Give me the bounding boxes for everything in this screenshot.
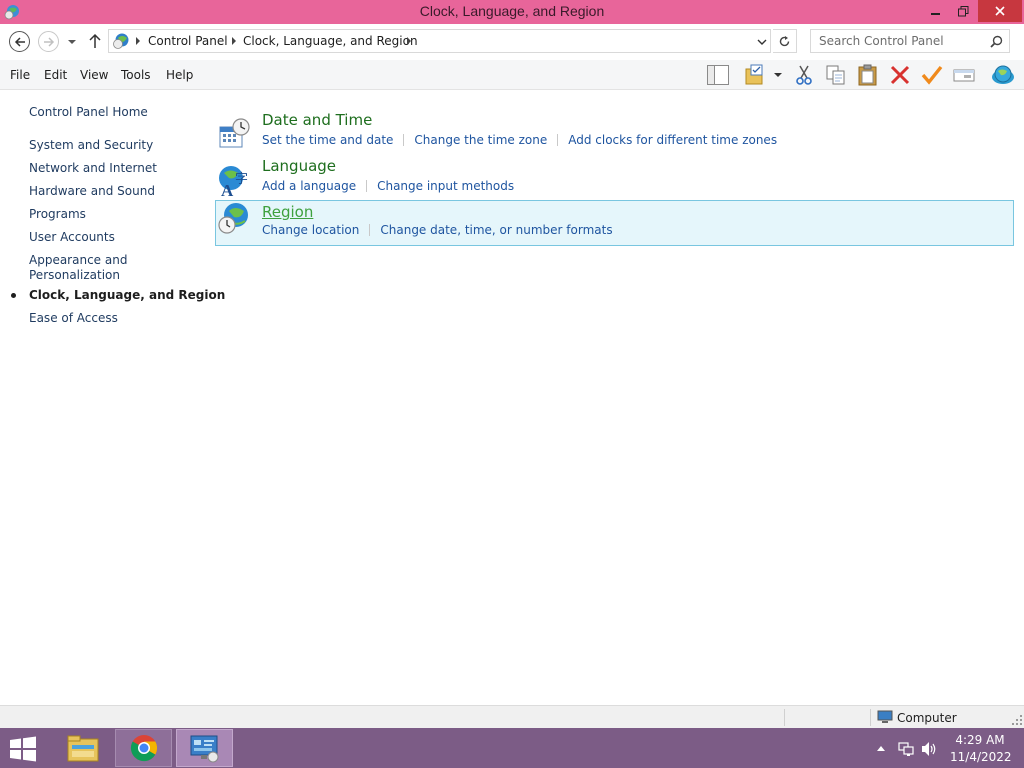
forward-button[interactable] bbox=[38, 31, 59, 52]
menu-help[interactable]: Help bbox=[166, 68, 193, 82]
region-globe-icon[interactable] bbox=[217, 202, 251, 236]
properties-icon[interactable] bbox=[952, 64, 976, 86]
svg-text:A: A bbox=[221, 181, 234, 197]
windows-start-icon[interactable] bbox=[8, 736, 38, 762]
chrome-icon bbox=[130, 735, 157, 762]
file-explorer-icon bbox=[67, 735, 98, 762]
category-links-region: Change location Change date, time, or num… bbox=[262, 223, 613, 237]
resize-grip-icon[interactable] bbox=[1012, 715, 1022, 725]
speaker-volume-icon[interactable] bbox=[921, 741, 938, 757]
minimize-icon bbox=[931, 13, 940, 15]
paste-icon[interactable] bbox=[856, 64, 880, 86]
menu-tools[interactable]: Tools bbox=[121, 68, 151, 82]
sidebar-item-user-accounts[interactable]: User Accounts bbox=[29, 230, 115, 245]
link-change-time-zone[interactable]: Change the time zone bbox=[414, 133, 547, 147]
tray-chevron-up-icon[interactable] bbox=[876, 744, 886, 752]
link-separator bbox=[557, 134, 559, 146]
clock-time[interactable]: 4:29 AM bbox=[950, 733, 1010, 747]
clock-date[interactable]: 11/4/2022 bbox=[950, 750, 1012, 764]
menu-file[interactable]: File bbox=[10, 68, 30, 82]
link-set-time-date[interactable]: Set the time and date bbox=[262, 133, 393, 147]
sidebar-item-programs[interactable]: Programs bbox=[29, 207, 86, 222]
link-add-clocks[interactable]: Add clocks for different time zones bbox=[568, 133, 777, 147]
status-bar: Computer bbox=[0, 705, 1024, 728]
sidebar-item-hardware-sound[interactable]: Hardware and Sound bbox=[29, 184, 155, 199]
control-panel-icon bbox=[190, 735, 218, 763]
breadcrumb-arrow-icon[interactable] bbox=[134, 37, 142, 45]
globe-icon[interactable] bbox=[990, 64, 1016, 86]
menu-edit[interactable]: Edit bbox=[44, 68, 67, 82]
taskbar: 4:29 AM 11/4/2022 bbox=[0, 728, 1024, 768]
address-bar-row: Control Panel Clock, Language, and Regio… bbox=[0, 24, 1024, 60]
sidebar-item-clock-language-region: Clock, Language, and Region bbox=[29, 288, 226, 302]
link-separator bbox=[366, 180, 368, 192]
status-divider bbox=[784, 709, 785, 726]
breadcrumb-arrow-icon[interactable] bbox=[405, 37, 413, 45]
breadcrumb-arrow-icon[interactable] bbox=[230, 37, 238, 45]
recent-locations-chevron-icon[interactable] bbox=[66, 36, 78, 48]
date-time-icon[interactable] bbox=[217, 117, 251, 151]
folder-options-icon[interactable] bbox=[744, 64, 768, 86]
taskbar-chrome[interactable] bbox=[115, 729, 172, 767]
category-links-date-time: Set the time and date Change the time zon… bbox=[262, 133, 777, 147]
link-separator bbox=[369, 224, 371, 236]
search-box[interactable] bbox=[810, 29, 1010, 53]
category-region[interactable]: Region Change location Change date, time,… bbox=[215, 200, 1014, 246]
back-button[interactable] bbox=[9, 31, 30, 52]
address-box[interactable]: Control Panel Clock, Language, and Regio… bbox=[108, 29, 771, 53]
sidebar-item-appearance-personalization[interactable]: Appearance and Personalization bbox=[29, 253, 129, 283]
title-bar[interactable]: Clock, Language, and Region bbox=[0, 0, 1024, 24]
close-button[interactable] bbox=[978, 0, 1022, 22]
sidebar-item-network-internet[interactable]: Network and Internet bbox=[29, 161, 157, 176]
restore-icon bbox=[957, 5, 968, 16]
link-add-language[interactable]: Add a language bbox=[262, 179, 356, 193]
sidebar-item-system-security[interactable]: System and Security bbox=[29, 138, 153, 153]
up-arrow-icon[interactable] bbox=[87, 33, 103, 49]
restore-button[interactable] bbox=[950, 0, 976, 22]
checkmark-icon[interactable] bbox=[920, 64, 944, 86]
category-title-language[interactable]: Language bbox=[262, 157, 336, 175]
taskbar-file-explorer[interactable] bbox=[54, 729, 111, 767]
minimize-button[interactable] bbox=[922, 0, 950, 22]
refresh-icon bbox=[779, 35, 790, 46]
category-links-language: Add a language Change input methods bbox=[262, 179, 514, 193]
breadcrumb-control-panel[interactable]: Control Panel bbox=[148, 34, 228, 48]
copy-icon[interactable] bbox=[824, 64, 848, 86]
close-icon bbox=[995, 6, 1005, 16]
category-title-date-time[interactable]: Date and Time bbox=[262, 111, 372, 129]
refresh-button[interactable] bbox=[773, 29, 797, 53]
sidebar-item-ease-of-access[interactable]: Ease of Access bbox=[29, 311, 118, 326]
status-text: Computer bbox=[897, 711, 957, 725]
taskbar-control-panel[interactable] bbox=[176, 729, 233, 767]
computer-icon bbox=[877, 710, 893, 723]
category-date-time: Date and Time Set the time and date Chang… bbox=[215, 108, 1014, 154]
category-title-region[interactable]: Region bbox=[262, 203, 313, 221]
network-icon[interactable] bbox=[898, 741, 914, 757]
link-change-location[interactable]: Change location bbox=[262, 223, 359, 237]
search-icon[interactable] bbox=[990, 35, 1003, 48]
breadcrumb-clock-language-region[interactable]: Clock, Language, and Region bbox=[243, 34, 418, 48]
category-language: A 字 Language Add a language Change input … bbox=[215, 154, 1014, 200]
window-title: Clock, Language, and Region bbox=[419, 3, 605, 19]
svg-text:字: 字 bbox=[235, 172, 248, 187]
chevron-down-icon[interactable] bbox=[770, 64, 786, 86]
status-divider bbox=[870, 709, 871, 726]
link-change-formats[interactable]: Change date, time, or number formats bbox=[380, 223, 612, 237]
address-dropdown-chevron-icon[interactable] bbox=[756, 37, 768, 47]
link-separator bbox=[403, 134, 405, 146]
sidebar-control-panel-home[interactable]: Control Panel Home bbox=[29, 105, 148, 120]
arrow-right-icon bbox=[43, 36, 54, 47]
search-input[interactable] bbox=[811, 30, 987, 52]
delete-icon[interactable] bbox=[888, 64, 912, 86]
menu-bar: File Edit View Tools Help bbox=[0, 60, 1024, 90]
language-icon[interactable]: A 字 bbox=[217, 163, 251, 197]
control-panel-icon bbox=[113, 33, 129, 49]
arrow-left-icon bbox=[14, 36, 25, 47]
current-item-bullet bbox=[11, 293, 16, 298]
link-change-input-methods[interactable]: Change input methods bbox=[377, 179, 514, 193]
layout-pane-icon[interactable] bbox=[706, 64, 730, 86]
menu-view[interactable]: View bbox=[80, 68, 108, 82]
cut-icon[interactable] bbox=[792, 64, 816, 86]
